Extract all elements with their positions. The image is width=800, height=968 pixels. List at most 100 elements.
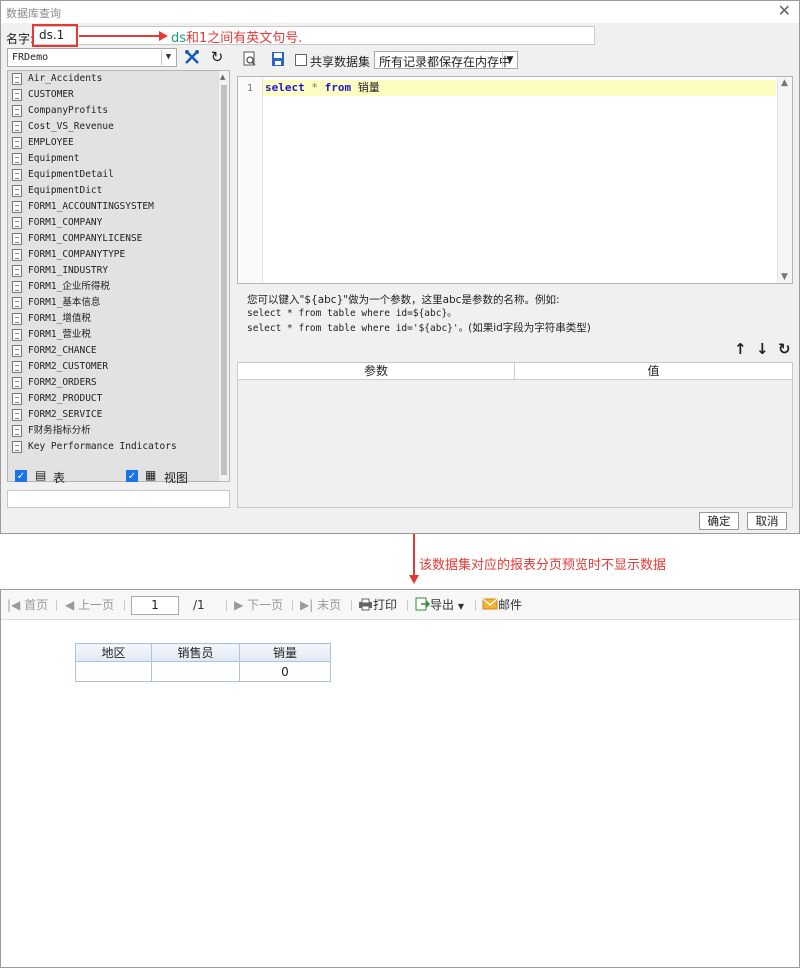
list-item[interactable]: Equipment xyxy=(8,151,219,167)
table-icon xyxy=(12,425,22,437)
parameter-table: 参数 值 xyxy=(237,362,793,508)
prev-page-label: 上一页 xyxy=(78,598,115,612)
chevron-down-icon[interactable]: ▼ xyxy=(502,52,517,68)
list-item[interactable]: FORM1_INDUSTRY xyxy=(8,263,219,279)
next-page-button[interactable]: ▶ 下一页 xyxy=(234,597,283,613)
connection-settings-icon[interactable] xyxy=(181,48,203,67)
table-browser-panel: FRDemo ▼ ↻ Air_Accidents CUSTOMER CompanyP… xyxy=(7,48,230,482)
toolbar-divider xyxy=(56,600,57,611)
mail-label: 邮件 xyxy=(498,598,523,612)
list-item[interactable]: FORM2_SERVICE xyxy=(8,407,219,423)
middle-annotation: 该数据集对应的报表分页预览时不显示数据 xyxy=(419,558,667,573)
table-icon xyxy=(12,345,22,357)
table-name: FORM1_增值税 xyxy=(28,313,91,324)
chevron-down-icon[interactable]: ▼ xyxy=(161,50,175,65)
list-item[interactable]: Air_Accidents xyxy=(8,71,219,87)
table-name: Air_Accidents xyxy=(28,73,103,84)
mail-icon xyxy=(482,598,498,610)
editor-scrollbar[interactable]: ▲ ▼ xyxy=(777,77,792,283)
list-item[interactable]: FORM1_COMPANYLICENSE xyxy=(8,231,219,247)
scroll-up-icon[interactable]: ▲ xyxy=(781,78,788,88)
list-item[interactable]: FORM1_增值税 xyxy=(8,311,219,327)
table-name: FORM1_ACCOUNTINGSYSTEM xyxy=(28,201,154,212)
list-item[interactable]: FORM2_ORDERS xyxy=(8,375,219,391)
view-checkbox[interactable]: ✓ xyxy=(126,470,138,482)
parameter-hint: 您可以键入"${abc}"做为一个参数，这里abc是参数的名称。例如: sele… xyxy=(247,293,591,336)
print-button[interactable]: 打印 xyxy=(358,597,397,613)
list-item[interactable]: FORM1_COMPANY xyxy=(8,215,219,231)
save-icon[interactable] xyxy=(269,51,287,69)
table-name: FORM1_营业税 xyxy=(28,329,91,340)
list-item[interactable]: CompanyProfits xyxy=(8,103,219,119)
list-item[interactable]: CUSTOMER xyxy=(8,87,219,103)
list-item[interactable]: Cost_VS_Revenue xyxy=(8,119,219,135)
page-number-input[interactable]: 1 xyxy=(131,596,179,615)
list-item[interactable]: FORM1_营业税 xyxy=(8,327,219,343)
prev-page-button[interactable]: ◀ 上一页 xyxy=(65,597,114,613)
scroll-thumb[interactable] xyxy=(221,85,227,475)
sql-line[interactable]: select * from 销量 xyxy=(263,80,776,96)
table-filter-input[interactable] xyxy=(7,490,230,508)
list-item[interactable]: EquipmentDetail xyxy=(8,167,219,183)
tables-scrollbar[interactable]: ▲ xyxy=(218,71,229,481)
preview-icon[interactable] xyxy=(241,51,259,69)
table-icon xyxy=(12,233,22,245)
table-icon xyxy=(12,281,22,293)
hint-line-3-code: select * from table where id='${abc}'。 xyxy=(247,323,469,334)
scroll-down-icon[interactable]: ▼ xyxy=(781,272,788,282)
annotation-note: ds和1之间有英文句号. xyxy=(171,27,302,46)
list-item[interactable]: FORM1_COMPANYTYPE xyxy=(8,247,219,263)
table-name: FORM1_COMPANY xyxy=(28,217,103,228)
first-page-label: 首页 xyxy=(24,598,49,612)
tables-list-inner: Air_Accidents CUSTOMER CompanyProfits Cost_… xyxy=(8,71,219,481)
list-item[interactable]: FORM1_ACCOUNTINGSYSTEM xyxy=(8,199,219,215)
last-page-label: 末页 xyxy=(317,598,342,612)
export-icon xyxy=(415,597,431,611)
table-icon xyxy=(12,329,22,341)
list-item[interactable]: Key Performance Indicators xyxy=(8,439,219,455)
table-name: EMPLOYEE xyxy=(28,137,74,148)
table-checkbox[interactable]: ✓ xyxy=(15,470,27,482)
table-icon xyxy=(12,361,22,373)
line-gutter: 1 xyxy=(238,77,263,283)
list-item[interactable]: F财务指标分析 xyxy=(8,423,219,439)
list-item[interactable]: FORM2_CHANCE xyxy=(8,343,219,359)
table-icon xyxy=(12,313,22,325)
share-dataset-checkbox[interactable] xyxy=(295,54,307,66)
memory-mode-select[interactable]: 所有记录都保存在内存中 ▼ xyxy=(374,51,518,69)
dialog-title: 数据库查询 xyxy=(6,7,61,20)
table-icon xyxy=(12,105,22,117)
mail-button[interactable]: 邮件 xyxy=(482,597,522,613)
close-icon[interactable]: ✕ xyxy=(778,2,791,20)
table-name: FORM1_COMPANYLICENSE xyxy=(28,233,143,244)
toolbar-divider xyxy=(124,600,125,611)
last-page-button[interactable]: ▶| 末页 xyxy=(300,597,341,613)
param-col-header: 参数 xyxy=(238,363,515,379)
export-button[interactable]: 导出 ▼ xyxy=(415,597,464,615)
list-item[interactable]: FORM2_PRODUCT xyxy=(8,391,219,407)
refresh-icon[interactable]: ↻ xyxy=(206,48,228,67)
cancel-button[interactable]: 取消 xyxy=(747,512,787,530)
move-up-icon[interactable]: ↑ xyxy=(734,340,747,358)
sql-editor[interactable]: 1 select * from 销量 ▲ ▼ xyxy=(237,76,793,284)
scroll-up-icon[interactable]: ▲ xyxy=(220,73,225,81)
tables-list: Air_Accidents CUSTOMER CompanyProfits Cost_… xyxy=(7,70,230,482)
database-select[interactable]: FRDemo ▼ xyxy=(7,48,177,67)
table-icon xyxy=(12,169,22,181)
list-item[interactable]: FORM1_企业所得税 xyxy=(8,279,219,295)
list-item[interactable]: FORM1_基本信息 xyxy=(8,295,219,311)
annotation-note-prefix: ds xyxy=(171,31,187,46)
list-item[interactable]: FORM2_CUSTOMER xyxy=(8,359,219,375)
first-page-button[interactable]: |◀ 首页 xyxy=(7,597,48,613)
refresh-params-icon[interactable]: ↻ xyxy=(778,340,791,358)
move-down-icon[interactable]: ↓ xyxy=(756,340,769,358)
last-page-icon: ▶| xyxy=(300,598,314,612)
sql-keyword-from: from xyxy=(324,81,352,94)
list-item[interactable]: EquipmentDict xyxy=(8,183,219,199)
preview-toolbar: |◀ 首页 ◀ 上一页 1 /1 ▶ 下一页 ▶| 末页 打印 导出 ▼ 邮件 xyxy=(1,590,799,620)
ok-button[interactable]: 确定 xyxy=(699,512,739,530)
line-number: 1 xyxy=(247,83,254,94)
table-name: FORM1_COMPANYTYPE xyxy=(28,249,126,260)
list-item[interactable]: EMPLOYEE xyxy=(8,135,219,151)
table-checkbox-label: 表 xyxy=(53,471,66,485)
